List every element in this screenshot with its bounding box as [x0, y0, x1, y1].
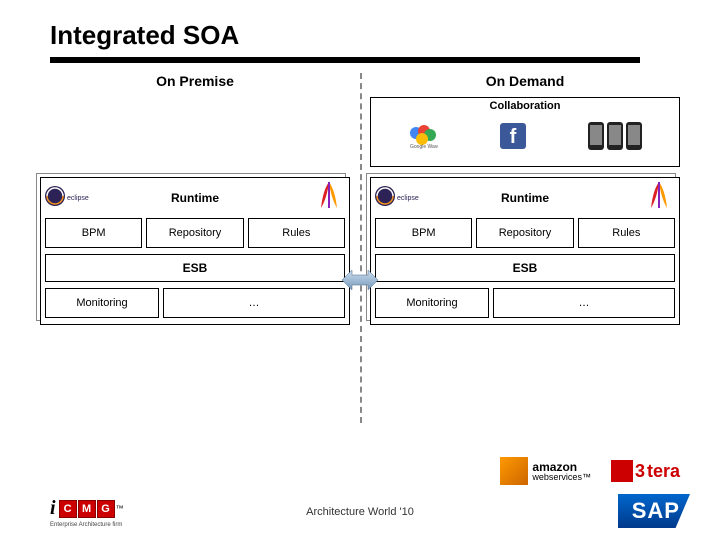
facebook-icon: f [500, 123, 526, 149]
columns-wrap: On Premise eclipse Runtime [30, 73, 690, 325]
cell-more: … [163, 288, 345, 318]
on-demand-stack: eclipse Runtime BPM Repository Rules ESB [370, 177, 680, 325]
title-underline [50, 57, 640, 63]
svg-text:eclipse: eclipse [397, 195, 419, 202]
runtime-row-right: eclipse Runtime [375, 184, 675, 212]
apache-feather-icon [315, 180, 343, 210]
cell-esb: ESB [45, 254, 345, 282]
runtime-label: Runtime [501, 191, 549, 205]
bidirectional-arrow-icon [342, 268, 378, 292]
cell-bpm: BPM [375, 218, 472, 248]
slide-title: Integrated SOA [50, 20, 690, 51]
collab-spacer [40, 97, 350, 167]
on-premise-header: On Premise [40, 73, 350, 89]
row-bpm-repo-rules: BPM Repository Rules [45, 218, 345, 248]
cell-bpm: BPM [45, 218, 142, 248]
cell-more: … [493, 288, 675, 318]
3tera-logo: 3tera [611, 460, 680, 482]
svg-text:eclipse: eclipse [67, 195, 89, 202]
aws-cube-icon [500, 457, 528, 485]
icmg-logo: i C M G ™ Enterprise Architecture firm [50, 497, 124, 528]
on-demand-column: On Demand Collaboration Google Wave f [360, 73, 690, 325]
cell-monitoring: Monitoring [45, 288, 159, 318]
on-demand-header: On Demand [370, 73, 680, 89]
collaboration-label: Collaboration [377, 100, 673, 112]
cell-rules: Rules [578, 218, 675, 248]
footer: i C M G ™ Enterprise Architecture firm S… [0, 494, 720, 528]
row-monitoring: Monitoring … [375, 288, 675, 318]
mobile-devices-icon [588, 122, 642, 150]
on-premise-stack: eclipse Runtime BPM Repository Rules ESB [40, 177, 350, 325]
aws-logo: amazonwebservices™ [500, 457, 591, 485]
row-bpm-repo-rules: BPM Repository Rules [375, 218, 675, 248]
eclipse-icon: eclipse [373, 184, 421, 208]
runtime-label: Runtime [171, 191, 219, 205]
apache-feather-icon [645, 180, 673, 210]
cell-repository: Repository [146, 218, 243, 248]
eclipse-icon: eclipse [43, 184, 91, 208]
runtime-row-left: eclipse Runtime [45, 184, 345, 212]
cell-repository: Repository [476, 218, 573, 248]
on-premise-column: On Premise eclipse Runtime [30, 73, 360, 325]
cloud-provider-logos: amazonwebservices™ 3tera [500, 457, 680, 485]
tera-cube-icon [611, 460, 633, 482]
cell-esb: ESB [375, 254, 675, 282]
sap-logo: SAP [618, 494, 690, 528]
row-monitoring: Monitoring … [45, 288, 345, 318]
cell-monitoring: Monitoring [375, 288, 489, 318]
svg-text:Google Wave: Google Wave [410, 144, 438, 149]
icmg-tagline: Enterprise Architecture firm [50, 522, 122, 528]
google-wave-icon: Google Wave [408, 123, 438, 149]
collaboration-box: Collaboration Google Wave f [370, 97, 680, 167]
center-divider [360, 73, 362, 423]
cell-rules: Rules [248, 218, 345, 248]
